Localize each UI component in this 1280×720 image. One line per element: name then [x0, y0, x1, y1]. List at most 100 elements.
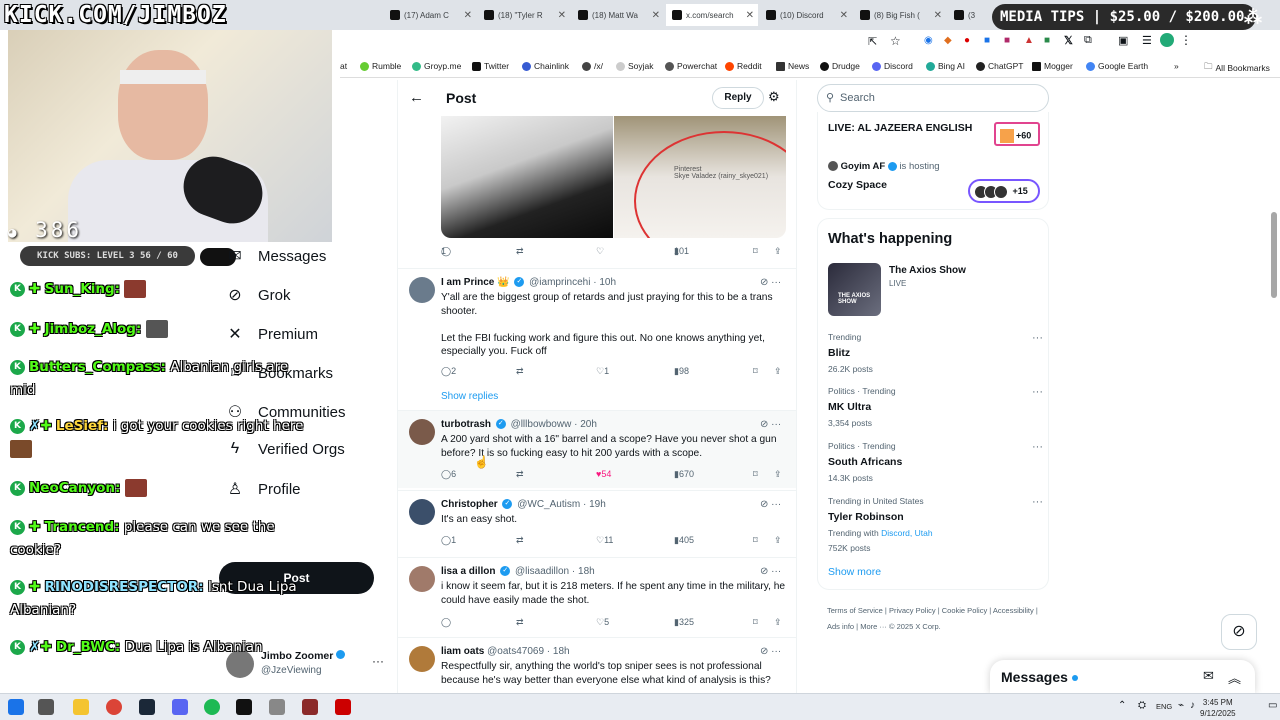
- bookmark[interactable]: Soyjak: [616, 61, 654, 71]
- reply-action[interactable]: ◯ 6: [441, 469, 456, 480]
- extension-icon[interactable]: ■: [1004, 35, 1010, 46]
- like-icon[interactable]: ♡: [596, 246, 604, 257]
- views-action[interactable]: ▮ 325: [674, 617, 694, 628]
- browser-tab[interactable]: (8) Big Fish (✕: [854, 4, 946, 26]
- bookmark[interactable]: /x/: [582, 61, 603, 71]
- filter-icon[interactable]: ⚙: [768, 89, 780, 105]
- scrollbar[interactable]: [1271, 212, 1277, 298]
- app-icon[interactable]: [269, 699, 285, 715]
- reply-tweet[interactable]: I am Prince 👑 ✓ @iamprincehi · 10h ⊘ ···…: [398, 268, 796, 408]
- live-space-title[interactable]: LIVE: AL JAZEERA ENGLISH: [828, 122, 972, 134]
- close-icon[interactable]: ✕: [934, 10, 942, 21]
- grok-icon[interactable]: ⊘: [760, 419, 768, 430]
- bookmark[interactable]: Reddit: [725, 61, 762, 71]
- browser-tab[interactable]: (18) Matt Wa ✕: [572, 4, 664, 26]
- nav-messages[interactable]: ✉ Messages: [226, 246, 326, 266]
- messages-drawer[interactable]: Messages ✉ ︽: [990, 660, 1255, 693]
- bookmark[interactable]: Drudge: [820, 61, 860, 71]
- volume-icon[interactable]: ♪: [1190, 700, 1195, 711]
- browser-tab-active[interactable]: x.com/search ✕: [666, 4, 758, 26]
- grok-icon[interactable]: ⊘: [760, 499, 768, 510]
- retweet-icon[interactable]: ⇄: [516, 366, 524, 377]
- like-action[interactable]: ♥ 54: [596, 469, 611, 479]
- browser-tab[interactable]: (10) Discord ✕: [760, 4, 852, 26]
- bookmarks-overflow-icon[interactable]: »: [1174, 61, 1179, 71]
- close-icon[interactable]: ✕: [840, 10, 848, 21]
- footer-links[interactable]: Terms of Service | Privacy Policy | Cook…: [827, 603, 1047, 635]
- share-icon[interactable]: ⇪: [774, 366, 782, 377]
- chrome-icon[interactable]: [106, 699, 122, 715]
- axios-thumbnail[interactable]: THE AXIOS SHOW: [828, 263, 881, 316]
- bookmark[interactable]: Powerchat: [665, 61, 717, 71]
- bookmark[interactable]: Groyp.me: [412, 61, 461, 71]
- like-action[interactable]: ♡ 5: [596, 617, 609, 628]
- bookmark[interactable]: News: [776, 61, 809, 71]
- retweet-icon[interactable]: ⇄: [516, 246, 524, 257]
- more-horizontal-icon[interactable]: ···: [372, 654, 384, 668]
- bookmark[interactable]: Chainlink: [522, 61, 569, 71]
- extension-icon[interactable]: ▲: [1024, 35, 1034, 46]
- more-horizontal-icon[interactable]: ···: [771, 646, 781, 657]
- profile-avatar[interactable]: [1160, 33, 1174, 47]
- close-icon[interactable]: ✕: [746, 10, 754, 21]
- bookmark[interactable]: Rumble: [360, 61, 401, 71]
- retweet-icon[interactable]: ⇄: [516, 469, 524, 480]
- extension-icon[interactable]: ◆: [944, 35, 952, 46]
- reply-tweet[interactable]: Christopher ✓ @WC_Autism · 19h ⊘ ··· It'…: [398, 490, 796, 556]
- bookmark[interactable]: Mogger: [1032, 61, 1073, 71]
- more-horizontal-icon[interactable]: ···: [1032, 332, 1043, 344]
- notification-icon[interactable]: ▭: [1268, 700, 1277, 711]
- more-vertical-icon[interactable]: ⋮: [1180, 33, 1192, 47]
- share-icon[interactable]: ⇪: [774, 246, 782, 257]
- grok-icon[interactable]: ⊘: [760, 277, 768, 288]
- views-action[interactable]: ▮ 98: [674, 366, 689, 377]
- more-horizontal-icon[interactable]: ···: [1032, 386, 1043, 398]
- back-arrow-icon[interactable]: ←: [409, 89, 424, 106]
- share-icon[interactable]: ⇪: [774, 535, 782, 546]
- extension-icon[interactable]: ◉: [924, 35, 933, 46]
- reply-icon[interactable]: ◯: [441, 617, 451, 628]
- grok-icon[interactable]: ⊘: [760, 646, 768, 657]
- browser-tab[interactable]: (3: [948, 4, 988, 26]
- tray-icon[interactable]: ⌃: [1118, 700, 1126, 711]
- live-space-listeners[interactable]: +15: [968, 179, 1040, 203]
- all-bookmarks[interactable]: 🗀 All Bookmarks: [1204, 61, 1270, 75]
- bookmark-icon[interactable]: ⌑: [753, 366, 758, 377]
- app-icon[interactable]: [335, 699, 351, 715]
- star-icon[interactable]: ☆: [890, 34, 901, 48]
- x-logo-icon[interactable]: 𝕏: [1064, 34, 1073, 47]
- close-icon[interactable]: ✕: [652, 10, 660, 21]
- discord-icon[interactable]: [172, 699, 188, 715]
- app-icon[interactable]: [236, 699, 252, 715]
- reply-button[interactable]: Reply: [712, 87, 764, 109]
- more-horizontal-icon[interactable]: ···: [771, 566, 781, 577]
- more-horizontal-icon[interactable]: ···: [1032, 496, 1043, 508]
- live-space-listeners[interactable]: +60: [994, 122, 1040, 146]
- share-icon[interactable]: ⇪: [774, 469, 782, 480]
- bookmark[interactable]: Discord: [872, 61, 913, 71]
- grok-icon[interactable]: ⊘: [1221, 614, 1257, 650]
- reply-tweet[interactable]: turbotrash ✓ @lllbowboww · 20h ⊘ ··· A 2…: [398, 410, 796, 488]
- post-image-left[interactable]: [441, 116, 613, 238]
- views-action[interactable]: ▮ 670: [674, 469, 694, 480]
- more-horizontal-icon[interactable]: ···: [771, 277, 781, 288]
- new-message-icon[interactable]: ✉: [1203, 668, 1214, 684]
- bookmark[interactable]: Bing AI: [926, 61, 965, 71]
- show-replies-link[interactable]: Show replies: [441, 391, 498, 402]
- trend-item[interactable]: Trending Blitz 26.2K posts ···: [828, 332, 1043, 374]
- more-horizontal-icon[interactable]: ···: [1032, 441, 1043, 453]
- extension-icon[interactable]: ■: [984, 35, 990, 46]
- reply-tweet[interactable]: liam oats @oats47069 · 18h ⊘ ··· Respect…: [398, 637, 796, 693]
- retweet-icon[interactable]: ⇄: [516, 617, 524, 628]
- bookmark-icon[interactable]: ⌑: [753, 469, 758, 480]
- windows-start-icon[interactable]: [8, 699, 24, 715]
- sidebar-icon[interactable]: ▣: [1118, 34, 1128, 47]
- bookmark-icon[interactable]: ⌑: [753, 535, 758, 546]
- more-horizontal-icon[interactable]: ···: [771, 499, 781, 510]
- install-icon[interactable]: ⇱: [868, 35, 877, 48]
- trend-item[interactable]: Politics · Trending South Africans 14.3K…: [828, 441, 1043, 483]
- bookmark-icon[interactable]: ⌑: [753, 246, 758, 257]
- bookmark[interactable]: at: [340, 61, 347, 71]
- share-icon[interactable]: ⇪: [774, 617, 782, 628]
- puzzle-icon[interactable]: ⧉: [1084, 34, 1092, 47]
